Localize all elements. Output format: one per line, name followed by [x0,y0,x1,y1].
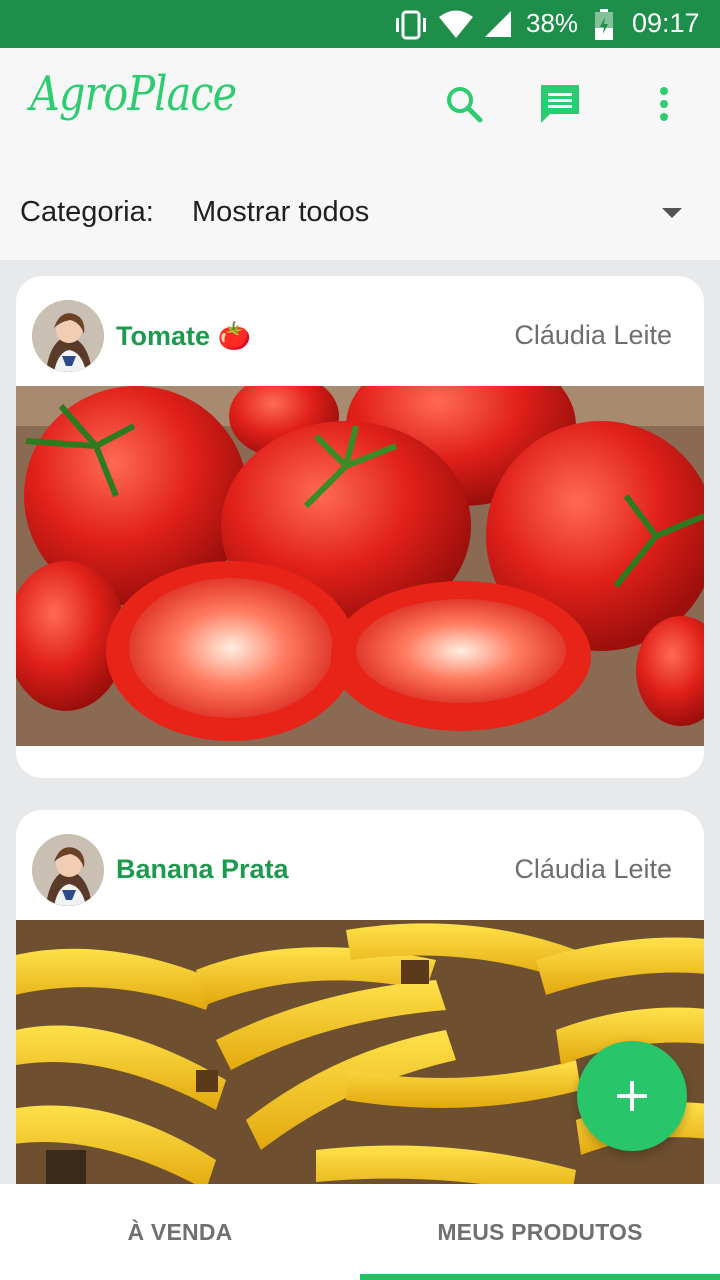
seller-name: Cláudia Leite [514,320,672,350]
wifi-icon [439,10,473,38]
seller-avatar[interactable] [32,300,104,372]
active-tab-indicator [360,1274,720,1280]
add-product-button[interactable] [577,1041,687,1151]
product-card[interactable]: Tomate 🍅 Cláudia Leite [16,276,704,778]
vibrate-icon [396,10,426,40]
product-name[interactable]: Tomate 🍅 [116,320,251,352]
seller-avatar[interactable] [32,834,104,906]
chat-icon [541,85,579,123]
battery-percent: 38% [526,8,579,38]
plus-icon [617,1081,647,1111]
bottom-tab-bar: À VENDA MEUS PRODUTOS [0,1184,720,1280]
search-button[interactable] [440,80,488,128]
more-vert-icon [660,87,668,121]
battery-icon [595,9,613,40]
category-selected-value[interactable]: Mostrar todos [192,196,369,229]
card-header: Banana Prata Cláudia Leite [16,810,704,920]
tab-a-venda[interactable]: À VENDA [0,1184,360,1280]
seller-name: Cláudia Leite [514,854,672,884]
category-filter[interactable]: Categoria: Mostrar todos [0,188,720,238]
dropdown-caret-icon[interactable] [662,208,682,218]
product-card[interactable]: Banana Prata Cláudia Leite [16,810,704,1210]
app-logo: AgroPlace [30,66,237,122]
messages-button[interactable] [536,80,584,128]
product-name[interactable]: Banana Prata [116,854,289,885]
status-bar: 38% 09:17 [0,0,720,48]
category-label: Categoria: [20,196,154,228]
overflow-menu-button[interactable] [640,80,688,128]
tab-meus-produtos[interactable]: MEUS PRODUTOS [360,1184,720,1280]
clock: 09:17 [632,8,700,38]
card-header: Tomate 🍅 Cláudia Leite [16,276,704,386]
search-icon [447,87,483,123]
app-bar: AgroPlace Categoria: Mostrar todos [0,48,720,260]
signal-icon [485,11,511,37]
product-image-tomatoes[interactable] [16,386,704,746]
